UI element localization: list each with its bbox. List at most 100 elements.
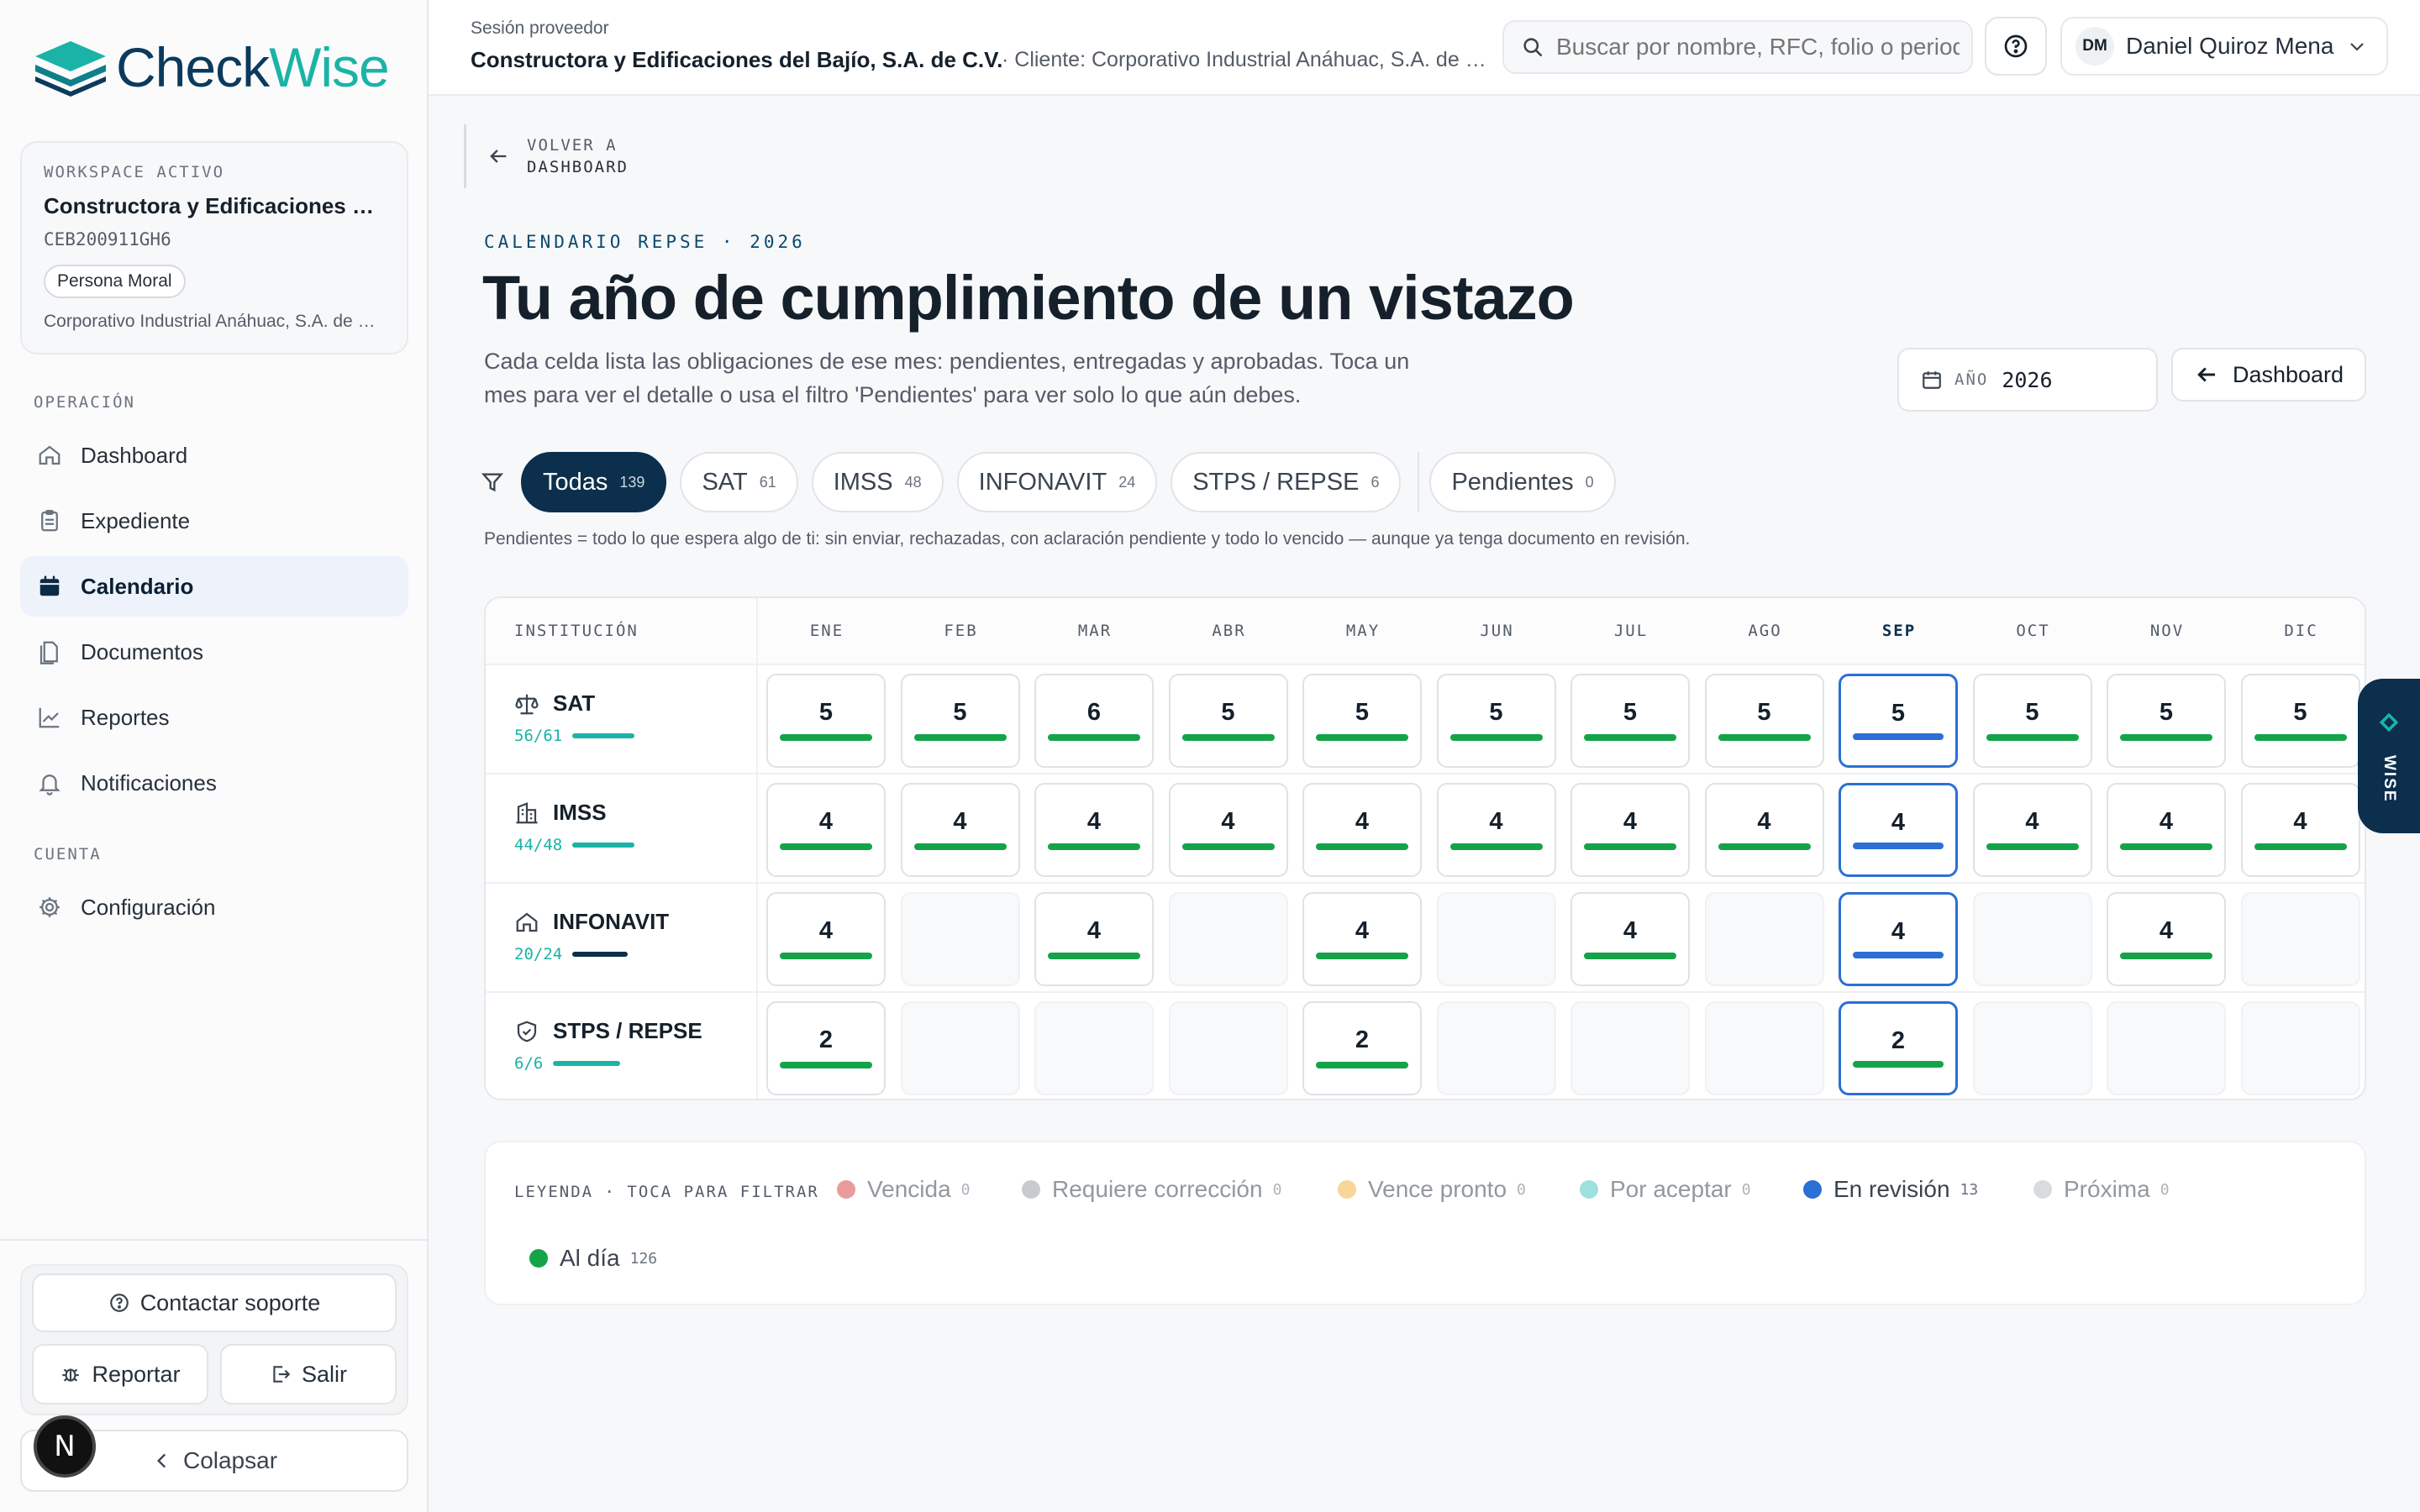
sidebar-item-configuracion[interactable]: Configuración [20, 877, 408, 937]
month-header-jun[interactable]: JUN [1430, 622, 1565, 640]
month-header-abr[interactable]: ABR [1162, 622, 1297, 640]
obligation-count: 4 [2159, 808, 2174, 835]
month-cell[interactable]: 4 [2107, 783, 2226, 877]
month-header-jul[interactable]: JUL [1564, 622, 1698, 640]
month-cell[interactable]: 4 [1034, 783, 1154, 877]
month-cell[interactable]: 4 [1436, 783, 1556, 877]
month-header-nov[interactable]: NOV [2100, 622, 2234, 640]
legend-item[interactable]: Al día 126 [529, 1245, 657, 1272]
month-header-ene[interactable]: ENE [760, 622, 894, 640]
sidebar-item-documentos[interactable]: Documentos [20, 622, 408, 682]
legend-item[interactable]: Por aceptar 0 [1580, 1176, 1751, 1203]
help-button[interactable] [1985, 17, 2047, 76]
month-header-dic[interactable]: DIC [2234, 622, 2365, 640]
month-cell[interactable]: 5 [766, 674, 886, 768]
filter-chip-infonavit[interactable]: INFONAVIT 24 [956, 452, 1158, 512]
legend-count: 13 [1960, 1180, 1979, 1199]
sidebar-item-notificaciones[interactable]: Notificaciones [20, 753, 408, 813]
month-cell[interactable]: 5 [1972, 674, 2092, 768]
legend-item[interactable]: En revisión 13 [1803, 1176, 1978, 1203]
month-cell [1972, 892, 2092, 986]
month-cell[interactable]: 5 [1839, 674, 1958, 768]
legend-label: Por aceptar [1610, 1176, 1732, 1202]
sidebar-item-label: Documentos [81, 638, 203, 664]
filter-chip-sat[interactable]: SAT 61 [680, 452, 798, 512]
month-cell[interactable]: 4 [766, 783, 886, 877]
month-cell[interactable]: 2 [766, 1001, 886, 1095]
month-header-may[interactable]: MAY [1296, 622, 1430, 640]
month-cell[interactable]: 4 [766, 892, 886, 986]
month-cell[interactable]: 4 [2240, 783, 2360, 877]
workspace-card[interactable]: WORKSPACE ACTIVO Constructora y Edificac… [20, 141, 408, 354]
filter-chip-imss[interactable]: IMSS 48 [811, 452, 944, 512]
user-menu-button[interactable]: DM Daniel Quiroz Mena [2060, 17, 2388, 76]
dashboard-button[interactable]: Dashboard [2171, 348, 2366, 402]
search-input[interactable] [1556, 34, 1960, 60]
sidebar-item-label: Calendario [81, 573, 194, 599]
institution-row: IMSS 44/48 4 4 4 4 4 4 4 4 4 4 4 4 [486, 774, 2365, 884]
contact-support-button[interactable]: Contactar soporte [32, 1273, 397, 1332]
month-cell[interactable]: 4 [2107, 892, 2226, 986]
month-cell[interactable]: 5 [1436, 674, 1556, 768]
year-selector[interactable]: AÑO 2026 [1897, 348, 2158, 412]
filter-chip-pendientes[interactable]: Pendientes 0 [1429, 452, 1616, 512]
month-cell[interactable]: 5 [1302, 674, 1422, 768]
month-cell[interactable]: 4 [1839, 783, 1958, 877]
institution-label-imss[interactable]: IMSS 44/48 [514, 800, 635, 854]
legend-item[interactable]: Vence pronto 0 [1338, 1176, 1526, 1203]
month-header-mar[interactable]: MAR [1028, 622, 1162, 640]
status-bar [780, 1062, 872, 1068]
month-cell[interactable]: 4 [1168, 783, 1288, 877]
sidebar-item-expediente[interactable]: Expediente [20, 491, 408, 551]
sidebar-item-calendario[interactable]: Calendario [20, 556, 408, 617]
obligation-count: 4 [1221, 808, 1235, 835]
filter-chip-stps[interactable]: STPS / REPSE 6 [1171, 452, 1402, 512]
report-button[interactable]: Reportar [32, 1344, 208, 1404]
month-cell[interactable]: 5 [2240, 674, 2360, 768]
month-cell[interactable]: 2 [1839, 1001, 1958, 1095]
sidebar-item-reportes[interactable]: Reportes [20, 687, 408, 748]
month-cell[interactable]: 5 [2107, 674, 2226, 768]
wise-assistant-tab[interactable]: WISE [2358, 679, 2420, 833]
filter-chip-todas[interactable]: Todas 139 [521, 452, 667, 512]
search-box[interactable] [1502, 20, 1973, 74]
institution-label-infonavit[interactable]: INFONAVIT 20/24 [514, 909, 669, 963]
month-cell[interactable]: 4 [900, 783, 1020, 877]
imss-icon [516, 801, 538, 823]
month-cell[interactable]: 4 [1972, 783, 2092, 877]
month-header-oct[interactable]: OCT [1966, 622, 2101, 640]
institution-label-stps-repse[interactable]: STPS / REPSE 6/6 [514, 1018, 702, 1073]
month-cell[interactable]: 4 [1570, 892, 1690, 986]
brand-logo[interactable]: CheckWise [32, 34, 390, 101]
legend-dot [2033, 1180, 2052, 1199]
dev-badge[interactable]: N [34, 1415, 96, 1478]
month-cell[interactable]: 4 [1034, 892, 1154, 986]
sidebar-item-label: Dashboard [81, 442, 188, 468]
status-bar [780, 953, 872, 959]
session-label: Sesión proveedor [471, 18, 609, 38]
sidebar-item-dashboard[interactable]: Dashboard [20, 425, 408, 486]
legend-item[interactable]: Requiere corrección 0 [1022, 1176, 1281, 1203]
month-cell[interactable]: 4 [1704, 783, 1824, 877]
month-cell[interactable]: 5 [1570, 674, 1690, 768]
legend-item[interactable]: Próxima 0 [2033, 1176, 2170, 1203]
month-header-sep[interactable]: SEP [1832, 622, 1966, 640]
legend-label: Vencida [867, 1176, 951, 1202]
institution-header: INSTITUCIÓN [514, 622, 639, 640]
month-header-feb[interactable]: FEB [894, 622, 1028, 640]
month-cell[interactable]: 4 [1839, 892, 1958, 986]
month-cell[interactable]: 4 [1570, 783, 1690, 877]
month-cell[interactable]: 4 [1302, 892, 1422, 986]
month-cell[interactable]: 4 [1302, 783, 1422, 877]
month-cell[interactable]: 5 [1704, 674, 1824, 768]
month-cell[interactable]: 6 [1034, 674, 1154, 768]
institution-label-sat[interactable]: SAT 56/61 [514, 690, 635, 745]
month-cell[interactable]: 5 [1168, 674, 1288, 768]
legend-dot [1338, 1180, 1356, 1199]
month-cell[interactable]: 5 [900, 674, 1020, 768]
month-cell[interactable]: 2 [1302, 1001, 1422, 1095]
back-to-dashboard-link[interactable]: VOLVER A DASHBOARD [464, 124, 629, 188]
legend-item[interactable]: Vencida 0 [837, 1176, 970, 1203]
month-header-ago[interactable]: AGO [1698, 622, 1833, 640]
logout-button[interactable]: Salir [220, 1344, 397, 1404]
